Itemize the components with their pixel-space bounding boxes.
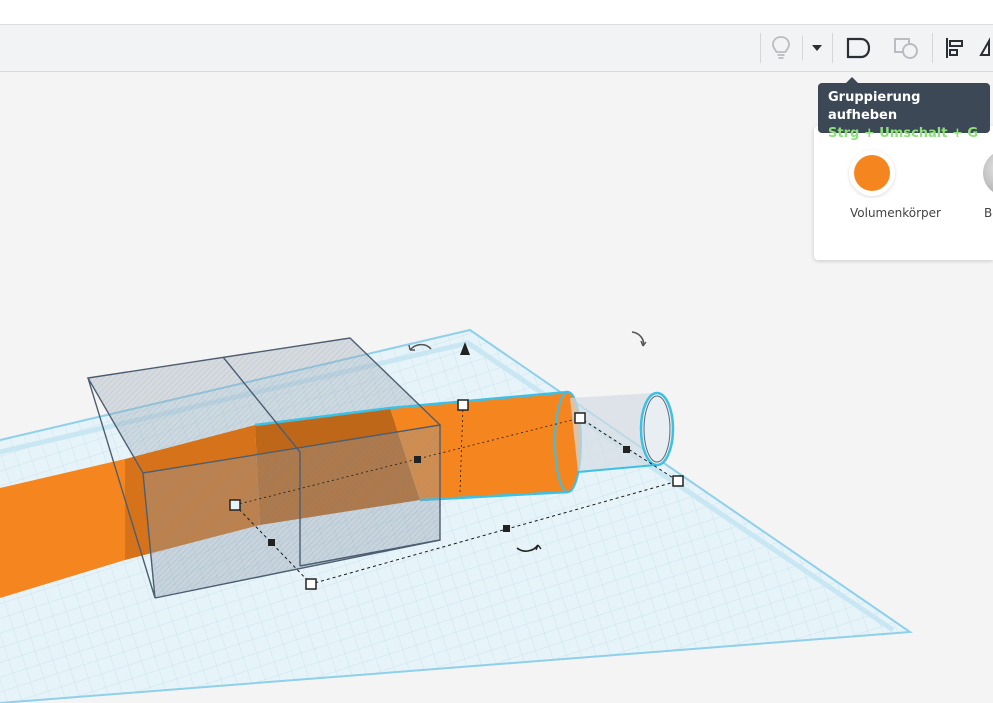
toolbar-separator bbox=[832, 33, 833, 63]
solid-color-button[interactable] bbox=[849, 150, 895, 196]
mirror-icon bbox=[979, 37, 990, 56]
solid-label: Volumenkörper bbox=[850, 206, 941, 220]
top-bar bbox=[0, 0, 993, 25]
tooltip-shortcut: Strg + Umschalt + G bbox=[828, 126, 979, 141]
toolbar bbox=[0, 25, 993, 72]
toolbar-separator bbox=[932, 33, 933, 63]
hole-label: Bo bbox=[984, 206, 993, 220]
align-button[interactable] bbox=[940, 25, 970, 71]
toolbar-separator bbox=[802, 36, 803, 60]
group-icon bbox=[846, 37, 871, 59]
group-button[interactable] bbox=[838, 25, 878, 71]
color-swatch bbox=[854, 155, 890, 191]
ungroup-tooltip: Gruppierung aufheben Strg + Umschalt + G bbox=[818, 77, 990, 141]
ungroup-button[interactable] bbox=[886, 25, 926, 71]
hole-button[interactable] bbox=[983, 150, 993, 196]
mirror-button[interactable] bbox=[978, 25, 993, 71]
hole-cylinder-end[interactable] bbox=[639, 391, 675, 467]
align-icon bbox=[946, 38, 963, 58]
toolbar-separator bbox=[760, 33, 761, 63]
resize-handle[interactable] bbox=[229, 499, 241, 511]
tooltip-title: Gruppierung aufheben bbox=[828, 90, 921, 123]
lightbulb-icon[interactable] bbox=[764, 25, 798, 71]
edge-handle[interactable] bbox=[414, 456, 421, 463]
resize-handle[interactable] bbox=[672, 475, 684, 487]
resize-handle[interactable] bbox=[457, 399, 469, 411]
edge-handle[interactable] bbox=[503, 525, 510, 532]
ungroup-icon bbox=[894, 38, 918, 59]
edge-handle[interactable] bbox=[623, 446, 630, 453]
edge-handle[interactable] bbox=[268, 539, 275, 546]
resize-handle[interactable] bbox=[574, 412, 586, 424]
chevron-down-icon[interactable] bbox=[806, 25, 828, 71]
shape-panel: Volumenkörper Bo bbox=[814, 126, 993, 260]
resize-handle[interactable] bbox=[305, 578, 317, 590]
